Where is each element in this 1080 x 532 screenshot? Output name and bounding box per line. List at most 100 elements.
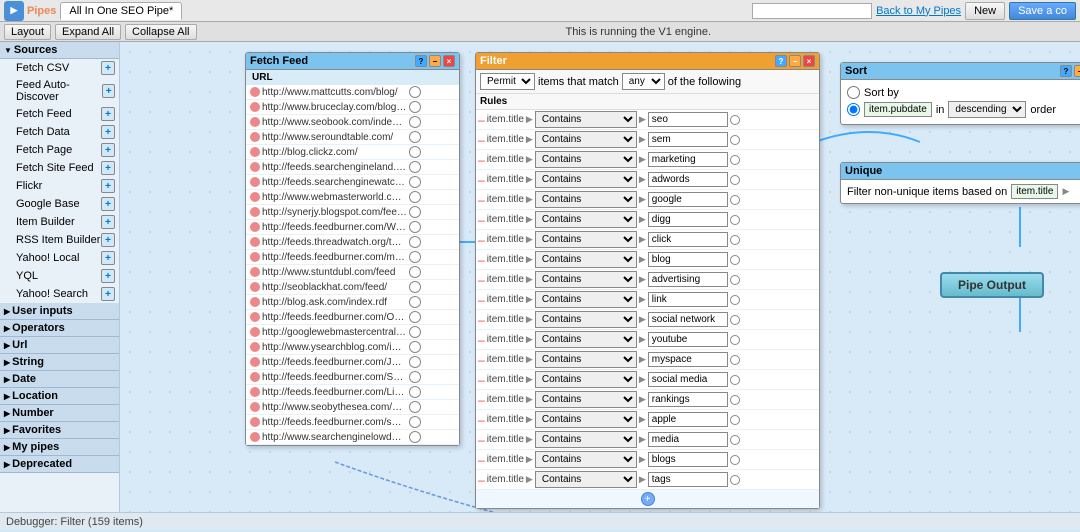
filter-row-circle[interactable] xyxy=(730,355,740,365)
filter-row-remove[interactable]: – xyxy=(478,353,485,367)
expand-all-button[interactable]: Expand All xyxy=(55,24,121,40)
filter-row-value[interactable] xyxy=(648,232,728,247)
feed-output-circle[interactable] xyxy=(409,416,421,428)
feed-url[interactable]: http://www.seobook.com/index.rdf xyxy=(262,117,407,128)
feed-output-circle[interactable] xyxy=(409,101,421,113)
sidebar-section[interactable]: ▶Deprecated xyxy=(0,456,119,473)
filter-row-circle[interactable] xyxy=(730,295,740,305)
sidebar-section[interactable]: ▶Date xyxy=(0,371,119,388)
sidebar-section[interactable]: ▶Operators xyxy=(0,320,119,337)
feed-output-circle[interactable] xyxy=(409,356,421,368)
filter-help[interactable]: ? xyxy=(775,55,787,67)
sidebar-item[interactable]: Fetch Page+ xyxy=(0,141,119,159)
filter-row-condition[interactable]: Contains Does not contain Is Is not xyxy=(535,171,637,188)
sort-min[interactable]: − xyxy=(1074,65,1080,77)
feed-output-circle[interactable] xyxy=(409,251,421,263)
sidebar-item-add[interactable]: + xyxy=(101,215,115,229)
sidebar-item-add[interactable]: + xyxy=(101,233,115,247)
filter-row-condition[interactable]: Contains Does not contain Is Is not xyxy=(535,211,637,228)
filter-row-circle[interactable] xyxy=(730,275,740,285)
filter-row-value[interactable] xyxy=(648,272,728,287)
sidebar-item[interactable]: Fetch Site Feed+ xyxy=(0,159,119,177)
sidebar-item[interactable]: Google Base+ xyxy=(0,195,119,213)
sidebar-item[interactable]: Fetch Feed+ xyxy=(0,105,119,123)
filter-row-remove[interactable]: – xyxy=(478,173,485,187)
sidebar-item-add[interactable]: + xyxy=(101,161,115,175)
filter-row-condition[interactable]: Contains Does not contain Is Is not xyxy=(535,431,637,448)
feed-url[interactable]: http://feeds.threadwatch.org/threa xyxy=(262,237,407,248)
sidebar-item[interactable]: RSS Item Builder+ xyxy=(0,231,119,249)
feed-url[interactable]: http://www.bruceclay.com/blog/atc xyxy=(262,102,407,113)
filter-row-remove[interactable]: – xyxy=(478,433,485,447)
feed-output-circle[interactable] xyxy=(409,386,421,398)
sidebar-item[interactable]: YQL+ xyxy=(0,267,119,285)
feed-output-circle[interactable] xyxy=(409,371,421,383)
filter-row-value[interactable] xyxy=(648,332,728,347)
feed-output-circle[interactable] xyxy=(409,206,421,218)
feed-url[interactable]: http://feeds.feedburner.com/mark xyxy=(262,252,407,263)
filter-row-value[interactable] xyxy=(648,212,728,227)
feed-output-circle[interactable] xyxy=(409,221,421,233)
filter-row-condition[interactable]: Contains Does not contain Is Is not xyxy=(535,271,637,288)
active-tab[interactable]: All In One SEO Pipe* xyxy=(60,2,182,20)
sidebar-item-add[interactable]: + xyxy=(101,197,115,211)
filter-row-remove[interactable]: – xyxy=(478,193,485,207)
filter-add-btn[interactable]: + xyxy=(641,492,655,506)
filter-row-value[interactable] xyxy=(648,312,728,327)
back-to-pipes-link[interactable]: Back to My Pipes xyxy=(876,5,961,17)
filter-row-value[interactable] xyxy=(648,412,728,427)
filter-row-circle[interactable] xyxy=(730,475,740,485)
search-input[interactable] xyxy=(752,3,872,19)
feed-output-circle[interactable] xyxy=(409,116,421,128)
filter-row-remove[interactable]: – xyxy=(478,393,485,407)
filter-row-value[interactable] xyxy=(648,112,728,127)
feed-url[interactable]: http://feeds.feedburner.com/seopi xyxy=(262,417,407,428)
sidebar-item-add[interactable]: + xyxy=(101,125,115,139)
feed-url[interactable]: http://feeds.searchengineland.cor xyxy=(262,162,407,173)
pipe-output-button[interactable]: Pipe Output xyxy=(940,272,1044,298)
feed-url[interactable]: http://www.webmasterworld.com/ xyxy=(262,192,407,203)
sort-radio-2[interactable] xyxy=(847,103,860,116)
sidebar-item[interactable]: Item Builder+ xyxy=(0,213,119,231)
filter-any-select[interactable]: any all xyxy=(622,73,665,90)
filter-row-circle[interactable] xyxy=(730,395,740,405)
filter-row-circle[interactable] xyxy=(730,335,740,345)
feed-url[interactable]: http://www.stuntdubl.com/feed xyxy=(262,267,407,278)
filter-row-value[interactable] xyxy=(648,172,728,187)
sidebar-item[interactable]: Feed Auto-Discover+ xyxy=(0,77,119,105)
sidebar-item-add[interactable]: + xyxy=(101,269,115,283)
filter-row-condition[interactable]: Contains Does not contain Is Is not xyxy=(535,451,637,468)
sidebar-section[interactable]: ▶My pipes xyxy=(0,439,119,456)
filter-row-remove[interactable]: – xyxy=(478,133,485,147)
filter-row-condition[interactable]: Contains Does not contain Is Is not xyxy=(535,291,637,308)
sidebar-section[interactable]: ▶Url xyxy=(0,337,119,354)
sidebar-item[interactable]: Yahoo! Search+ xyxy=(0,285,119,303)
filter-row-circle[interactable] xyxy=(730,175,740,185)
feed-output-circle[interactable] xyxy=(409,176,421,188)
sidebar-item-add[interactable]: + xyxy=(101,287,115,301)
filter-row-value[interactable] xyxy=(648,132,728,147)
feed-output-circle[interactable] xyxy=(409,191,421,203)
filter-row-remove[interactable]: – xyxy=(478,213,485,227)
feed-url[interactable]: http://synerjy.blogspot.com/feeds/ xyxy=(262,207,407,218)
sidebar-section[interactable]: ▶String xyxy=(0,354,119,371)
sidebar-section[interactable]: ▶User inputs xyxy=(0,303,119,320)
filter-row-circle[interactable] xyxy=(730,115,740,125)
filter-row-condition[interactable]: Contains Does not contain Is Is not xyxy=(535,351,637,368)
fetch-feed-help[interactable]: ? xyxy=(415,55,427,67)
feed-url[interactable]: http://www.seroundtable.com/ xyxy=(262,132,407,143)
filter-row-circle[interactable] xyxy=(730,135,740,145)
collapse-all-button[interactable]: Collapse All xyxy=(125,24,196,40)
feed-url[interactable]: http://www.ysearchblog.com/index xyxy=(262,342,407,353)
filter-row-circle[interactable] xyxy=(730,235,740,245)
feed-output-circle[interactable] xyxy=(409,326,421,338)
feed-output-circle[interactable] xyxy=(409,401,421,413)
filter-row-condition[interactable]: Contains Does not contain Is Is not xyxy=(535,151,637,168)
sort-help[interactable]: ? xyxy=(1060,65,1072,77)
filter-row-value[interactable] xyxy=(648,472,728,487)
feed-output-circle[interactable] xyxy=(409,236,421,248)
filter-row-condition[interactable]: Contains Does not contain Is Is not xyxy=(535,231,637,248)
sidebar-item-add[interactable]: + xyxy=(102,84,115,98)
filter-row-value[interactable] xyxy=(648,252,728,267)
feed-output-circle[interactable] xyxy=(409,296,421,308)
